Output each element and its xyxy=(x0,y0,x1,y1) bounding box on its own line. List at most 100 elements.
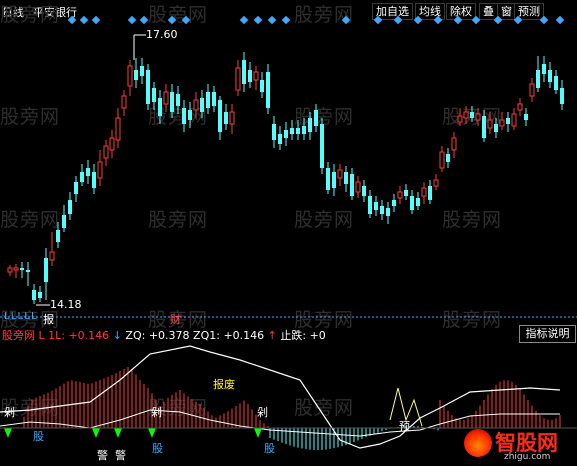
candle xyxy=(229,104,235,134)
candle-body xyxy=(97,161,103,179)
candle-body xyxy=(517,103,523,111)
candle xyxy=(134,58,138,88)
candle-body xyxy=(38,292,42,298)
candle xyxy=(362,180,366,202)
site-logo[interactable]: 智股网 zhigu.com xyxy=(462,425,576,465)
candle xyxy=(146,64,150,110)
candle-body xyxy=(212,92,216,106)
candle-body xyxy=(7,267,13,273)
candle xyxy=(404,184,408,200)
candle-body xyxy=(188,110,192,120)
candle-body xyxy=(475,113,481,121)
candle xyxy=(38,286,42,302)
signal-diamond xyxy=(67,15,77,25)
candle-body xyxy=(266,72,270,108)
signal-jing-2: 警 xyxy=(115,449,126,462)
candle-body xyxy=(428,186,432,200)
candle-body xyxy=(355,181,361,193)
candle-body xyxy=(278,134,282,144)
signal-alarm: 报废 xyxy=(213,378,235,391)
candle-body xyxy=(433,179,439,187)
candle-body xyxy=(529,83,535,97)
candle xyxy=(296,120,300,140)
candle xyxy=(109,130,115,158)
signal-diamond xyxy=(493,15,503,25)
candle-body xyxy=(121,95,127,109)
candle xyxy=(278,126,282,150)
candle xyxy=(446,148,450,168)
candle xyxy=(421,182,427,204)
candle xyxy=(152,82,156,110)
candle xyxy=(242,52,246,92)
candle xyxy=(332,164,336,196)
candle xyxy=(499,112,505,130)
candle-body xyxy=(26,270,30,272)
signal-diamond xyxy=(555,15,565,25)
signal-jian-2: 剁 xyxy=(151,406,162,419)
candle xyxy=(416,192,420,210)
candle-body xyxy=(397,191,403,199)
candle-body xyxy=(368,196,372,214)
candle-body xyxy=(127,65,133,87)
candle xyxy=(560,80,564,110)
candle xyxy=(103,140,109,166)
price-chart[interactable] xyxy=(0,0,577,320)
green-arrow xyxy=(114,428,122,438)
candle xyxy=(439,146,445,172)
signal-diamond xyxy=(471,15,481,25)
green-arrow xyxy=(254,428,262,438)
candle-body xyxy=(229,111,235,125)
candle-body xyxy=(470,112,474,118)
signal-diamond xyxy=(413,15,423,25)
candle xyxy=(68,192,72,220)
signal-gu-2: 股 xyxy=(152,442,163,455)
candle xyxy=(355,176,361,198)
candle-body xyxy=(49,251,55,261)
signal-diamond xyxy=(127,15,137,25)
candle xyxy=(44,248,48,300)
signal-diamond xyxy=(281,15,291,25)
candle-body xyxy=(511,113,517,127)
candle xyxy=(224,104,228,130)
candle xyxy=(290,120,294,140)
candle-body xyxy=(463,111,469,119)
candle xyxy=(524,108,528,126)
candle-body xyxy=(380,206,384,214)
signal-diamond xyxy=(253,15,263,25)
candle-body xyxy=(248,70,252,82)
candle-body xyxy=(74,182,78,194)
signal-diamond xyxy=(513,15,523,25)
candle xyxy=(463,106,469,124)
candle-body xyxy=(332,172,336,188)
candle xyxy=(235,60,241,96)
signal-jing-1: 警 xyxy=(97,449,108,462)
candle xyxy=(529,78,535,102)
signal-diamond xyxy=(341,15,351,25)
candle-body xyxy=(446,154,450,162)
candle xyxy=(410,190,414,214)
candle xyxy=(188,102,192,128)
candle xyxy=(74,176,78,202)
report-marker[interactable]: 报 xyxy=(43,311,54,327)
green-arrow xyxy=(4,428,12,438)
candle-body xyxy=(62,215,66,228)
candle xyxy=(284,122,288,146)
candle xyxy=(80,164,84,186)
signal-diamond xyxy=(453,15,463,25)
candle xyxy=(32,284,36,304)
candle-body xyxy=(302,126,306,134)
candle-body xyxy=(193,99,199,111)
candle-body xyxy=(560,88,564,104)
candle-body xyxy=(350,174,354,196)
candle-body xyxy=(410,196,414,210)
candle-body xyxy=(337,169,343,179)
candle-body xyxy=(163,91,169,105)
candle-body xyxy=(506,118,510,124)
signal-diamond xyxy=(91,15,101,25)
candle xyxy=(517,98,523,116)
candle xyxy=(380,200,384,220)
finance-marker[interactable]: 财 xyxy=(170,311,181,327)
candle-body xyxy=(524,114,528,120)
signal-jian-3: 剁 xyxy=(257,406,268,419)
candle-body xyxy=(253,71,259,81)
